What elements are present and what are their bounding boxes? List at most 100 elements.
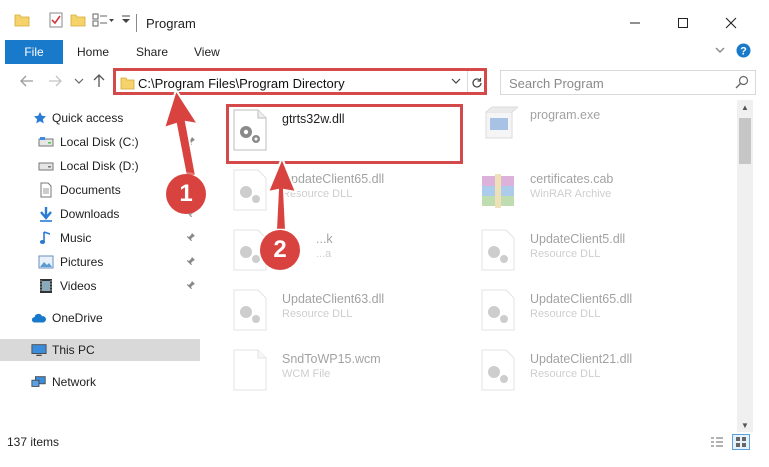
sidebar-item-onedrive[interactable]: OneDrive (0, 307, 200, 329)
file-item-updateclient65-dll-2[interactable]: UpdateClient65.dll Resource DLL (478, 286, 718, 334)
file-name: UpdateClient63.dll (282, 292, 385, 306)
file-type: WCM File (282, 368, 331, 380)
tab-file[interactable]: File (5, 40, 63, 64)
minimize-button[interactable] (612, 8, 658, 38)
sidebar-item-label: Pictures (60, 255, 104, 269)
svg-text:?: ? (740, 46, 747, 58)
pictures-icon (38, 254, 54, 270)
tab-home[interactable]: Home (77, 45, 109, 59)
file-item-gtrts32w-dll[interactable]: gtrts32w.dll (230, 106, 470, 154)
search-input[interactable]: Search Program (500, 70, 756, 95)
title-separator (136, 14, 137, 32)
ribbon-tabs: File Home Share View ? (0, 40, 769, 64)
title-bar: Program (0, 0, 769, 40)
dll-gear-icon (230, 288, 270, 332)
file-type: ...a (316, 248, 332, 260)
refresh-icon[interactable] (467, 71, 486, 94)
sidebar-item-label: Videos (60, 279, 97, 293)
status-bar: 137 items (0, 432, 769, 452)
customize-toolbar-icon[interactable] (120, 14, 132, 32)
navigation-bar: C:\Program Files\Program Directory Searc… (0, 68, 769, 96)
sidebar-item-label: Music (60, 231, 92, 245)
dll-gear-icon (478, 348, 518, 392)
sidebar-item-network[interactable]: Network (0, 371, 200, 393)
pin-icon[interactable] (186, 256, 196, 269)
file-name: ...k (316, 232, 333, 246)
file-item-updateclient21-dll[interactable]: UpdateClient21.dll Resource DLL (478, 346, 718, 394)
up-arrow-icon[interactable] (90, 72, 108, 90)
address-path[interactable]: C:\Program Files\Program Directory (138, 76, 345, 91)
sidebar-item-this-pc[interactable]: This PC (0, 339, 200, 361)
chevron-down-icon[interactable] (451, 75, 461, 89)
view-options-icon[interactable] (92, 12, 114, 30)
file-name: certificates.cab (530, 172, 614, 186)
file-name: UpdateClient65.dll (282, 172, 385, 186)
help-icon[interactable]: ? (736, 43, 751, 61)
sidebar-item-music[interactable]: Music (0, 227, 200, 249)
drive-icon (38, 158, 54, 174)
file-name: UpdateClient65.dll (530, 292, 633, 306)
scroll-up-icon[interactable]: ▲ (737, 100, 753, 114)
file-item-certificates-cab[interactable]: certificates.cab WinRAR Archive (478, 166, 718, 214)
pin-icon[interactable] (186, 160, 196, 173)
sidebar-item-quick-access[interactable]: Quick access (0, 107, 200, 129)
item-count: 137 items (7, 435, 60, 449)
recent-locations-icon[interactable] (70, 72, 88, 90)
close-button[interactable] (708, 8, 754, 38)
tab-share[interactable]: Share (136, 45, 168, 59)
maximize-button[interactable] (660, 8, 706, 38)
sidebar-item-label: Local Disk (D:) (60, 159, 139, 173)
details-view-icon[interactable] (708, 434, 726, 450)
search-icon[interactable] (735, 75, 749, 92)
computer-icon (31, 342, 47, 358)
file-item-program-exe[interactable]: program.exe (478, 102, 718, 150)
archive-icon (478, 168, 518, 212)
pin-icon[interactable] (186, 136, 196, 149)
large-icons-view-icon[interactable] (732, 434, 750, 450)
sidebar-item-label: Documents (60, 183, 121, 197)
tab-view[interactable]: View (194, 45, 220, 59)
sidebar-item-videos[interactable]: Videos (0, 275, 200, 297)
dll-gear-icon (478, 228, 518, 272)
file-type: Resource DLL (282, 308, 353, 320)
back-arrow-icon[interactable] (18, 72, 36, 90)
scroll-thumb[interactable] (739, 118, 751, 164)
file-type: Resource DLL (530, 248, 601, 260)
star-icon (32, 110, 48, 126)
step-badge-1: 1 (166, 174, 206, 214)
network-icon (31, 374, 47, 390)
sidebar-item-label: OneDrive (52, 311, 103, 325)
file-item-updateclient63-dll[interactable]: UpdateClient63.dll Resource DLL (230, 286, 470, 334)
pin-icon[interactable] (186, 232, 196, 245)
vertical-scrollbar[interactable]: ▲ ▼ (737, 100, 753, 432)
file-item-updateclient5-dll[interactable]: UpdateClient5.dll Resource DLL (478, 226, 718, 274)
properties-icon[interactable] (48, 12, 64, 30)
file-name: gtrts32w.dll (282, 112, 345, 126)
scroll-down-icon[interactable]: ▼ (737, 418, 753, 432)
address-bar[interactable]: C:\Program Files\Program Directory (114, 70, 486, 95)
videos-icon (38, 278, 54, 294)
file-type: Resource DLL (530, 308, 601, 320)
cloud-icon (31, 310, 47, 326)
sidebar-item-local-disk-c[interactable]: Local Disk (C:) (0, 131, 200, 153)
expand-ribbon-icon[interactable] (714, 44, 726, 59)
dll-gear-icon (230, 108, 270, 152)
file-type: WinRAR Archive (530, 188, 612, 200)
exe-icon (478, 104, 520, 148)
file-item-updateclient65-dll[interactable]: UpdateClient65.dll Resource DLL (230, 166, 470, 214)
new-folder-icon[interactable] (70, 12, 86, 30)
navigation-pane: Quick access Local Disk (C:) Local Disk … (0, 100, 202, 432)
dll-gear-icon (478, 288, 518, 332)
download-icon (38, 206, 54, 222)
pin-icon[interactable] (186, 280, 196, 293)
sidebar-item-pictures[interactable]: Pictures (0, 251, 200, 273)
file-name: UpdateClient5.dll (530, 232, 626, 246)
forward-arrow-icon[interactable] (46, 72, 64, 90)
file-icon (230, 348, 270, 392)
step-badge-2: 2 (260, 230, 300, 270)
sidebar-item-label: Quick access (52, 111, 124, 125)
music-icon (38, 230, 54, 246)
file-item-sndtowp15-wcm[interactable]: SndToWP15.wcm WCM File (230, 346, 470, 394)
sidebar-item-local-disk-d[interactable]: Local Disk (D:) (0, 155, 200, 177)
sidebar-item-label: Network (52, 375, 97, 389)
